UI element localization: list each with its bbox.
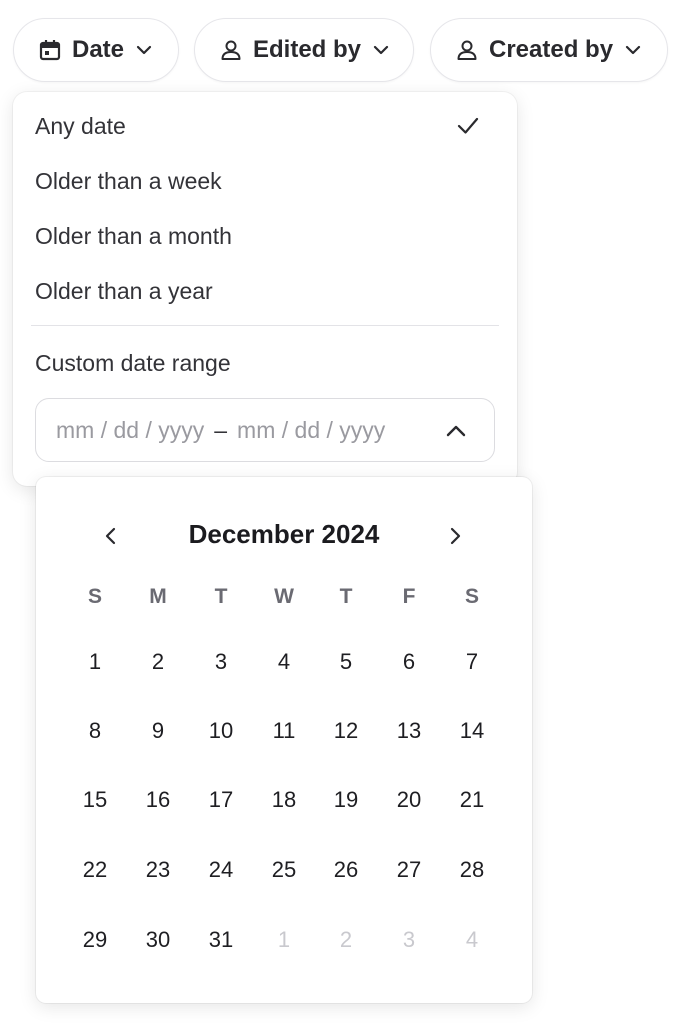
- date-option-any[interactable]: Any date: [35, 106, 495, 146]
- calendar-day[interactable]: 23: [133, 855, 183, 885]
- edited-by-filter-button[interactable]: Edited by: [194, 18, 414, 82]
- calendar-day[interactable]: 22: [70, 855, 120, 885]
- calendar-day[interactable]: 8: [70, 716, 120, 746]
- calendar-day[interactable]: 24: [196, 855, 246, 885]
- date-range-input[interactable]: mm / dd / yyyy – mm / dd / yyyy: [35, 398, 495, 462]
- weekday-header: M: [149, 585, 167, 608]
- date-option-label: Older than a month: [35, 222, 232, 249]
- date-filter-button[interactable]: Date: [13, 18, 179, 82]
- date-option-week[interactable]: Older than a week: [35, 161, 495, 201]
- next-month-button[interactable]: [440, 521, 470, 551]
- calendar-day[interactable]: 21: [447, 785, 497, 815]
- calendar-day[interactable]: 12: [321, 716, 371, 746]
- calendar-day-outside: 2: [339, 927, 353, 952]
- date-option-month[interactable]: Older than a month: [35, 216, 495, 256]
- calendar-day[interactable]: 18: [259, 785, 309, 815]
- chevron-up-icon[interactable]: [444, 419, 468, 449]
- date-filter-menu: Any date Older than a week Older than a …: [13, 92, 517, 486]
- date-filter-label: Date: [72, 36, 125, 63]
- calendar-popover: December 2024 S M T W T F S 1 2 3 4 5 6 7 8 9 10 11 12 13 14…: [36, 477, 532, 1003]
- start-date-placeholder[interactable]: mm / dd / yyyy: [56, 417, 204, 444]
- calendar-day[interactable]: 11: [259, 716, 309, 746]
- menu-divider: [31, 325, 499, 326]
- calendar-day[interactable]: 16: [133, 785, 183, 815]
- calendar-day[interactable]: 5: [321, 647, 371, 677]
- calendar-day-outside: 1: [277, 927, 291, 952]
- weekday-header: T: [214, 585, 228, 608]
- calendar-day[interactable]: 7: [447, 647, 497, 677]
- calendar-day[interactable]: 29: [70, 925, 120, 955]
- weekday-header: F: [402, 585, 416, 608]
- weekday-header: S: [87, 585, 102, 608]
- calendar-day[interactable]: 14: [447, 716, 497, 746]
- calendar-day[interactable]: 27: [384, 855, 434, 885]
- person-icon: [217, 36, 245, 64]
- chevron-down-icon: [134, 40, 154, 60]
- calendar-day[interactable]: 17: [196, 785, 246, 815]
- calendar-day[interactable]: 3: [196, 647, 246, 677]
- calendar-day[interactable]: 13: [384, 716, 434, 746]
- created-by-filter-button[interactable]: Created by: [430, 18, 668, 82]
- weekday-header: W: [274, 585, 294, 608]
- calendar-day-outside: 3: [402, 927, 416, 952]
- calendar-day[interactable]: 9: [133, 716, 183, 746]
- chevron-down-icon: [371, 40, 391, 60]
- weekday-header: T: [339, 585, 353, 608]
- calendar-day[interactable]: 2: [133, 647, 183, 677]
- calendar-day[interactable]: 1: [70, 647, 120, 677]
- calendar-day[interactable]: 10: [196, 716, 246, 746]
- calendar-icon: [36, 36, 64, 64]
- calendar-day[interactable]: 25: [259, 855, 309, 885]
- weekday-header: S: [464, 585, 479, 608]
- end-date-placeholder[interactable]: mm / dd / yyyy: [237, 417, 385, 444]
- created-by-filter-label: Created by: [489, 36, 614, 63]
- calendar-day[interactable]: 6: [384, 647, 434, 677]
- range-separator: –: [214, 416, 228, 443]
- calendar-day[interactable]: 31: [196, 925, 246, 955]
- custom-date-range-label: Custom date range: [35, 350, 231, 376]
- date-option-label: Any date: [35, 112, 126, 139]
- calendar-day-outside: 4: [465, 927, 479, 952]
- calendar-day[interactable]: 4: [259, 647, 309, 677]
- chevron-down-icon: [623, 40, 643, 60]
- calendar-day[interactable]: 15: [70, 785, 120, 815]
- calendar-day[interactable]: 28: [447, 855, 497, 885]
- date-option-label: Older than a year: [35, 277, 213, 304]
- date-option-label: Older than a week: [35, 167, 222, 194]
- checkmark-icon: [455, 113, 481, 139]
- date-option-year[interactable]: Older than a year: [35, 271, 495, 311]
- calendar-day[interactable]: 26: [321, 855, 371, 885]
- edited-by-filter-label: Edited by: [253, 36, 362, 63]
- calendar-day[interactable]: 20: [384, 785, 434, 815]
- chevron-right-icon: [444, 525, 466, 547]
- person-icon: [453, 36, 481, 64]
- calendar-day[interactable]: 30: [133, 925, 183, 955]
- calendar-day[interactable]: 19: [321, 785, 371, 815]
